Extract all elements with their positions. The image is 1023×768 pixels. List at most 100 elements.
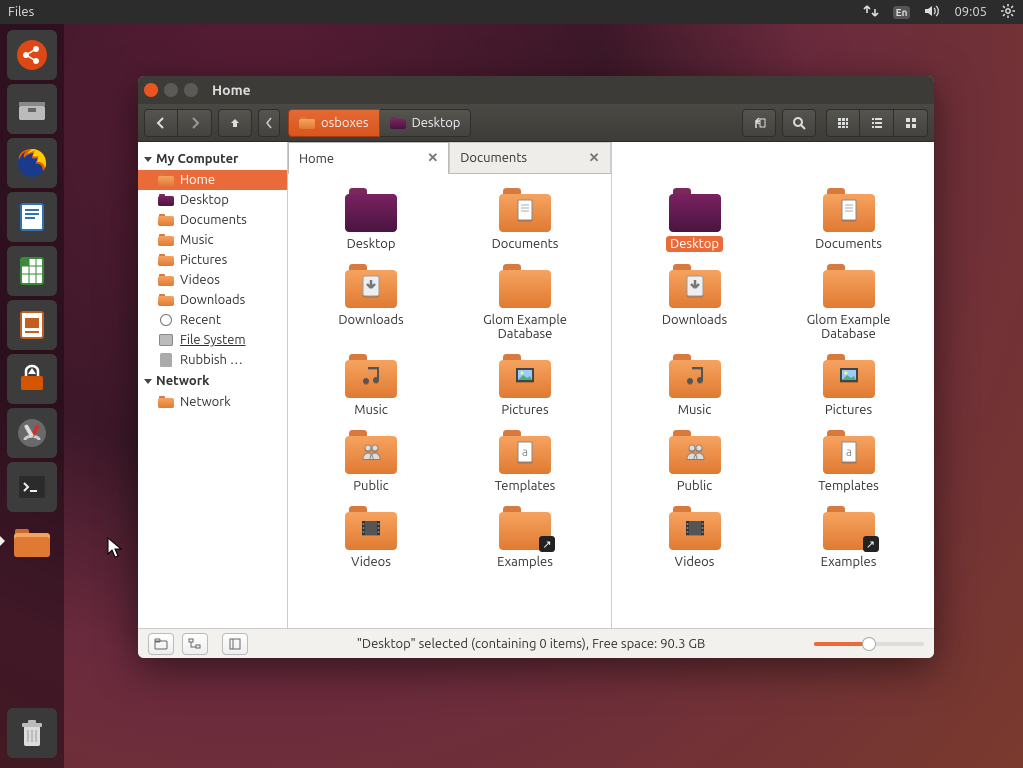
file-label: Examples: [817, 554, 881, 570]
link-badge-icon: [863, 536, 879, 552]
launcher-terminal[interactable]: [7, 462, 57, 512]
zoom-slider[interactable]: [814, 642, 924, 646]
sidebar-item-file-system[interactable]: File System: [138, 330, 287, 350]
file-item[interactable]: Videos: [296, 502, 446, 574]
tab-documents[interactable]: Documents✕: [449, 142, 610, 174]
file-item[interactable]: Pictures: [450, 350, 600, 422]
close-tab-icon[interactable]: ✕: [427, 151, 438, 166]
menubar-app-label[interactable]: Files: [8, 5, 34, 19]
file-item[interactable]: aTemplates: [774, 426, 924, 498]
path-toggle-button[interactable]: [258, 109, 280, 137]
unity-launcher: [0, 24, 64, 768]
file-item[interactable]: Pictures: [774, 350, 924, 422]
launcher-writer[interactable]: [7, 192, 57, 242]
folder-icon: a: [497, 430, 553, 474]
folder-icon: [158, 294, 174, 306]
launcher-software[interactable]: [7, 354, 57, 404]
search-button[interactable]: [782, 109, 816, 137]
file-item[interactable]: aTemplates: [450, 426, 600, 498]
launcher-files-alt[interactable]: [7, 84, 57, 134]
view-icons-button[interactable]: [826, 109, 860, 137]
launcher-trash[interactable]: [7, 708, 57, 758]
sidebar-group-header[interactable]: Network: [138, 370, 287, 392]
maximize-button[interactable]: [184, 83, 198, 97]
sidebar-item-desktop[interactable]: Desktop: [138, 190, 287, 210]
sidebar-item-pictures[interactable]: Pictures: [138, 250, 287, 270]
file-item[interactable]: Glom Example Database: [450, 260, 600, 346]
file-item[interactable]: Videos: [620, 502, 770, 574]
keyboard-indicator[interactable]: En: [893, 6, 911, 19]
view-list-button[interactable]: [860, 109, 894, 137]
sidebar-item-rubbish-[interactable]: Rubbish …: [138, 350, 287, 370]
file-item[interactable]: Public: [620, 426, 770, 498]
tree-button[interactable]: [182, 633, 208, 655]
icon-grid-left[interactable]: Desktop Documents DownloadsGlom Example Da…: [288, 174, 611, 628]
minimize-button[interactable]: [164, 83, 178, 97]
file-item[interactable]: Desktop: [620, 184, 770, 256]
folder-icon: [667, 188, 723, 232]
view-compact-button[interactable]: [894, 109, 928, 137]
file-item[interactable]: Music: [620, 350, 770, 422]
file-label: Videos: [671, 554, 719, 570]
launcher-firefox[interactable]: [7, 138, 57, 188]
toggle-pane-button[interactable]: [742, 109, 776, 137]
icon-grid-right[interactable]: DesktopDocuments Downloads Glom Example Da…: [612, 174, 935, 628]
launcher-settings[interactable]: [7, 408, 57, 458]
back-button[interactable]: [144, 109, 178, 137]
sidebar-item-documents[interactable]: Documents: [138, 210, 287, 230]
file-label: Templates: [814, 478, 883, 494]
folder-icon: [158, 174, 174, 186]
sidebar-item-home[interactable]: Home: [138, 170, 287, 190]
folder-icon: [158, 214, 174, 226]
close-sidebar-button[interactable]: [222, 633, 248, 655]
sidebar-item-downloads[interactable]: Downloads: [138, 290, 287, 310]
launcher-dash[interactable]: [7, 30, 57, 80]
folder-icon: [343, 354, 399, 398]
folder-icon: [667, 354, 723, 398]
folder-icon: [343, 430, 399, 474]
launcher-calc[interactable]: [7, 246, 57, 296]
launcher-files[interactable]: [7, 516, 57, 566]
file-label: Music: [350, 402, 392, 418]
file-label: Downloads: [658, 312, 731, 328]
folder-icon: [299, 117, 315, 129]
close-button[interactable]: [144, 83, 158, 97]
folder-icon: [390, 117, 406, 129]
file-item[interactable]: Downloads: [296, 260, 446, 346]
sound-icon[interactable]: [924, 5, 940, 20]
up-button[interactable]: [218, 109, 252, 137]
launcher-impress[interactable]: [7, 300, 57, 350]
places-button[interactable]: [148, 633, 174, 655]
tab-home[interactable]: Home✕: [288, 142, 449, 174]
folder-icon: [821, 506, 877, 550]
file-item[interactable]: Downloads: [620, 260, 770, 346]
sidebar-item-network[interactable]: Network: [138, 392, 287, 412]
svg-text:a: a: [522, 446, 528, 459]
file-item[interactable]: Desktop: [296, 184, 446, 256]
file-item[interactable]: Glom Example Database: [774, 260, 924, 346]
file-label: Documents: [488, 236, 563, 252]
sidebar-group-header[interactable]: My Computer: [138, 148, 287, 170]
sidebar-item-recent[interactable]: Recent: [138, 310, 287, 330]
folder-icon: [497, 188, 553, 232]
pathbar: osboxesDesktop: [288, 109, 471, 137]
file-item[interactable]: Documents: [450, 184, 600, 256]
gear-icon[interactable]: [1001, 4, 1015, 21]
folder-icon: [158, 194, 174, 206]
sidebar-item-videos[interactable]: Videos: [138, 270, 287, 290]
file-item[interactable]: Public: [296, 426, 446, 498]
folder-icon: [497, 506, 553, 550]
file-item[interactable]: Music: [296, 350, 446, 422]
titlebar[interactable]: Home: [138, 76, 934, 104]
sidebar-item-music[interactable]: Music: [138, 230, 287, 250]
tab-row: Home✕Documents✕: [288, 142, 611, 174]
clock[interactable]: 09:05: [954, 5, 987, 19]
file-item[interactable]: Examples: [450, 502, 600, 574]
file-item[interactable]: Documents: [774, 184, 924, 256]
file-item[interactable]: Examples: [774, 502, 924, 574]
close-tab-icon[interactable]: ✕: [589, 151, 600, 166]
network-icon[interactable]: [863, 5, 879, 20]
forward-button[interactable]: [178, 109, 212, 137]
path-segment[interactable]: osboxes: [288, 109, 380, 137]
path-segment[interactable]: Desktop: [380, 109, 472, 137]
